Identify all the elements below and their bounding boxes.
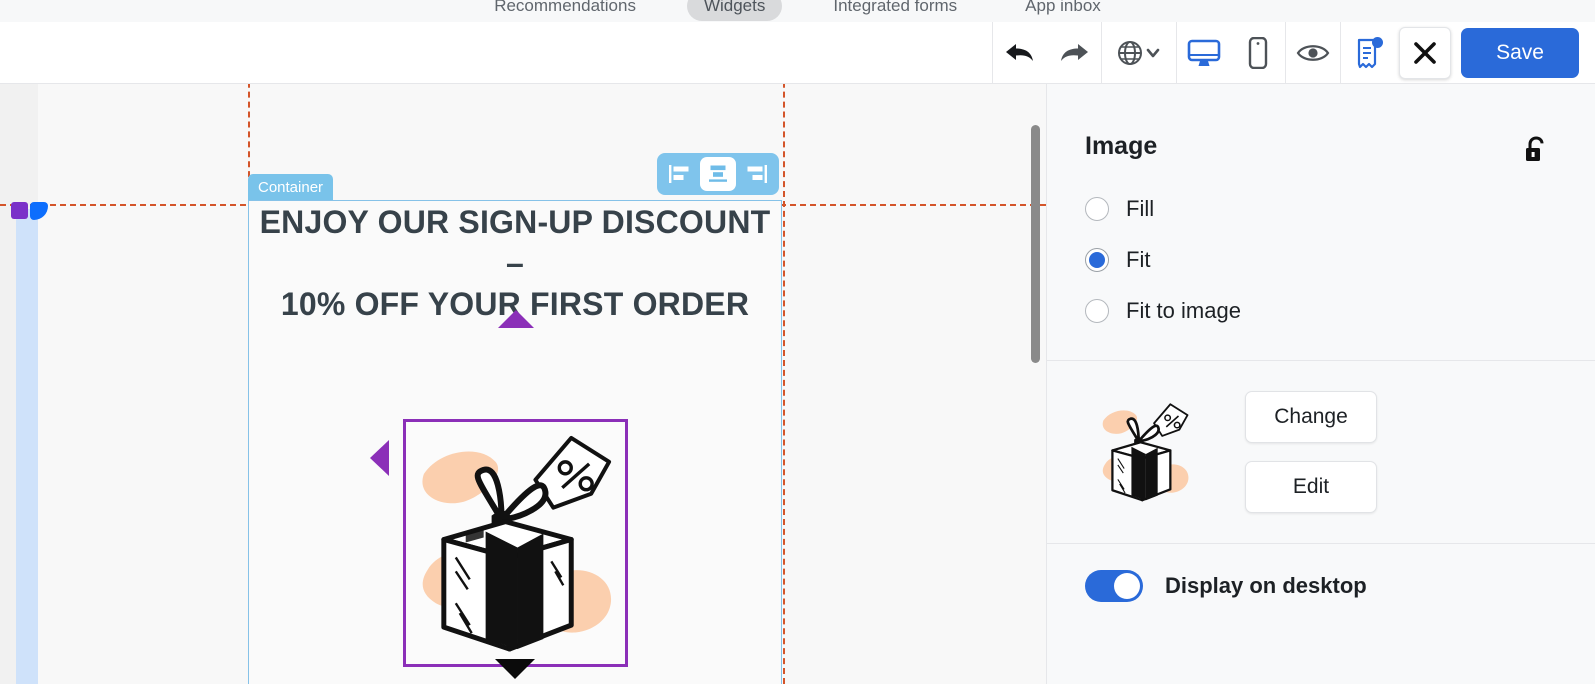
chevron-down-icon xyxy=(1146,48,1160,57)
image-thumbnail[interactable] xyxy=(1085,397,1205,507)
radio-label: Fill xyxy=(1126,195,1155,221)
panel-scrollbar-thumb[interactable] xyxy=(1031,125,1040,363)
guide-line-vertical-right xyxy=(783,84,785,684)
globe-icon xyxy=(1118,40,1160,65)
container-label-tag[interactable]: Container xyxy=(248,174,334,200)
radio-button[interactable] xyxy=(1085,247,1109,272)
mobile-device-icon xyxy=(1248,36,1268,69)
align-right-icon xyxy=(747,165,767,183)
align-left-button[interactable] xyxy=(662,157,698,191)
desktop-monitor-icon xyxy=(1187,39,1221,66)
editor-toolbar: Save xyxy=(0,21,1595,84)
align-center-button[interactable] xyxy=(700,157,736,191)
notification-dot xyxy=(1372,36,1383,48)
redo-arrow-icon xyxy=(1061,43,1088,61)
notes-button[interactable] xyxy=(1341,22,1395,84)
image-fit-radio-group: Fill Fit Fit to image xyxy=(1085,183,1557,336)
unlocked-padlock-icon[interactable] xyxy=(1523,136,1547,169)
language-selector-button[interactable] xyxy=(1102,22,1176,84)
app-root: Recommendations Widgets Integrated forms… xyxy=(0,0,1595,684)
radio-option-fit-to-image[interactable]: Fit to image xyxy=(1085,285,1557,336)
resize-handle-left-square[interactable] xyxy=(11,202,28,219)
preview-button[interactable] xyxy=(1286,22,1340,84)
properties-panel: Image Fill Fit Fit to image Change Edit … xyxy=(1031,84,1595,684)
tab-app-inbox[interactable]: App inbox xyxy=(1008,0,1118,21)
editor-canvas[interactable]: Container ENJOY OUR SIGN-UP DISCOUNT – 1… xyxy=(0,84,1046,684)
undo-button[interactable] xyxy=(993,22,1047,84)
radio-button[interactable] xyxy=(1085,298,1109,323)
tab-label: App inbox xyxy=(1025,0,1101,15)
selection-band-left xyxy=(16,209,38,684)
image-handle-left[interactable] xyxy=(370,440,389,476)
selected-image-frame[interactable] xyxy=(403,419,628,667)
align-right-button[interactable] xyxy=(738,157,774,191)
display-on-desktop-toggle[interactable] xyxy=(1085,570,1143,602)
align-left-icon xyxy=(669,165,689,183)
save-button[interactable]: Save xyxy=(1461,27,1579,78)
radio-option-fit[interactable]: Fit xyxy=(1085,234,1557,285)
edit-image-button[interactable]: Edit xyxy=(1245,461,1377,513)
unlock-glyph xyxy=(1526,136,1544,161)
promo-heading[interactable]: ENJOY OUR SIGN-UP DISCOUNT – 10% OFF YOU… xyxy=(248,202,782,325)
eye-icon xyxy=(1296,44,1330,61)
change-image-button[interactable]: Change xyxy=(1245,391,1377,443)
mobile-view-button[interactable] xyxy=(1231,22,1285,84)
align-center-icon xyxy=(709,165,727,182)
desktop-view-button[interactable] xyxy=(1177,22,1231,84)
close-button[interactable] xyxy=(1399,26,1451,79)
image-media-row: Change Edit xyxy=(1047,361,1595,543)
image-handle-top[interactable] xyxy=(498,310,534,328)
undo-arrow-icon xyxy=(1006,43,1033,61)
alignment-toolbar xyxy=(657,153,779,195)
gift-box-thumbnail-icon xyxy=(1102,403,1189,502)
radio-label: Fit to image xyxy=(1126,297,1241,323)
display-on-desktop-label: Display on desktop xyxy=(1165,573,1367,598)
radio-option-fill[interactable]: Fill xyxy=(1085,183,1557,234)
tab-widgets[interactable]: Widgets xyxy=(686,0,783,21)
close-x-icon xyxy=(1414,41,1436,64)
tab-label: Integrated forms xyxy=(833,0,958,15)
image-action-buttons: Change Edit xyxy=(1245,391,1377,513)
toggle-knob xyxy=(1114,573,1140,599)
top-tab-strip: Recommendations Widgets Integrated forms… xyxy=(0,0,1595,22)
gift-box-image xyxy=(422,435,612,652)
tab-integrated-forms[interactable]: Integrated forms xyxy=(816,0,974,21)
redo-button[interactable] xyxy=(1047,22,1101,84)
radio-label: Fit xyxy=(1126,246,1151,272)
image-handle-bottom[interactable] xyxy=(495,659,535,679)
display-on-desktop-row[interactable]: Display on desktop xyxy=(1047,544,1595,602)
panel-title: Image xyxy=(1085,132,1158,160)
history-group xyxy=(993,22,1101,84)
tab-recommendations[interactable]: Recommendations xyxy=(477,0,653,21)
promo-heading-line-1: ENJOY OUR SIGN-UP DISCOUNT – xyxy=(259,204,771,281)
tab-label: Recommendations xyxy=(494,0,636,15)
radio-button[interactable] xyxy=(1085,196,1109,221)
tab-label: Widgets xyxy=(703,0,766,15)
image-settings-section: Image Fill Fit Fit to image xyxy=(1047,84,1595,336)
